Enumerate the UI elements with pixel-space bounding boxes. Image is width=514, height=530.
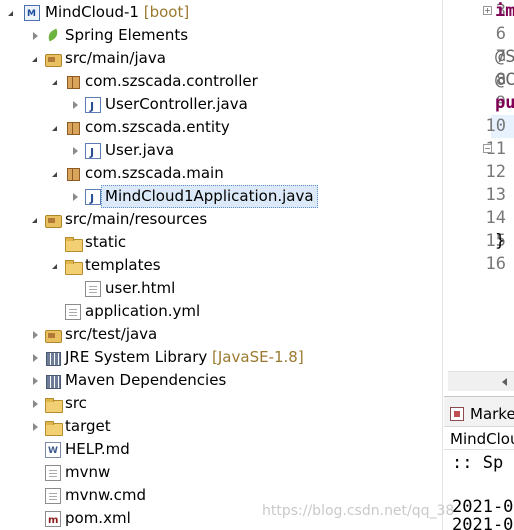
tree-item-label: application.yml	[85, 302, 201, 320]
tree-item-label: static	[85, 233, 127, 251]
tree-item-label: user.html	[105, 279, 176, 297]
horizontal-scrollbar[interactable]	[448, 371, 514, 391]
tree-item-label: JRE System Library [JavaSE-1.8]	[65, 348, 304, 366]
xml-file-icon	[45, 509, 61, 530]
file-icon	[85, 281, 101, 297]
expand-arrow-icon[interactable]	[68, 139, 82, 162]
line-number: 13	[485, 185, 506, 205]
folder-icon	[65, 235, 83, 252]
code-line: im	[495, 1, 514, 21]
line-number: 10	[485, 116, 506, 136]
file-icon	[45, 465, 61, 481]
tree-item-label: HELP.md	[65, 440, 130, 458]
expand-arrow-icon[interactable]	[28, 24, 42, 47]
view-tab-bar: Marke	[444, 397, 514, 427]
tree-item-label: com.szscada.main	[85, 164, 224, 182]
console-line: :: Sp	[452, 453, 504, 473]
expand-arrow-icon[interactable]	[28, 346, 42, 369]
package-icon	[65, 74, 81, 90]
expand-arrow-icon[interactable]	[28, 415, 42, 438]
file-icon	[45, 488, 61, 504]
tree-item-decoration: [boot]	[143, 3, 190, 21]
line-number: 16	[485, 254, 506, 274]
tree-item-label: mvnw	[65, 463, 111, 481]
folder-icon	[45, 419, 63, 436]
console-title: MindClou	[450, 430, 514, 448]
tab-markers[interactable]: Marke	[450, 403, 514, 425]
code-line: pu	[495, 93, 514, 113]
tab-label: Marke	[470, 405, 514, 423]
tree-item-label: mvnw.cmd	[65, 486, 147, 504]
tree-item-label: UserController.java	[105, 95, 248, 113]
tree-item-label: Spring Elements	[65, 26, 189, 44]
tree-item-label: User.java	[105, 141, 175, 159]
console-line: 2021-0	[452, 515, 514, 530]
line-number: 6	[495, 24, 506, 44]
maven-project-icon	[24, 3, 40, 26]
tree-item-label: com.szscada.entity	[85, 118, 230, 136]
collapse-arrow-icon[interactable]	[48, 162, 62, 185]
expand-arrow-icon[interactable]	[28, 392, 42, 415]
collapse-arrow-icon[interactable]	[4, 1, 18, 24]
tree-item-label: src/main/resources	[65, 210, 208, 228]
source-folder-icon	[45, 327, 62, 343]
console-panel: Marke MindClou :: Sp 2021-0 2021-0	[444, 396, 514, 530]
expand-arrow-icon[interactable]	[28, 369, 42, 392]
collapse-arrow-icon[interactable]	[28, 47, 42, 70]
tree-item-label: src/test/java	[65, 325, 158, 343]
java-file-icon	[85, 141, 101, 164]
library-icon	[45, 373, 61, 389]
library-icon	[45, 350, 61, 366]
source-folder-icon	[45, 212, 62, 228]
collapse-arrow-icon[interactable]	[48, 70, 62, 93]
file-icon	[65, 304, 81, 320]
tree-item-label: target	[65, 417, 111, 435]
tree-item-label: templates	[85, 256, 161, 274]
tree-item-decoration: [JavaSE-1.8]	[212, 348, 304, 366]
markers-icon	[450, 407, 464, 421]
code-line: @S	[495, 47, 514, 67]
folder-icon	[45, 396, 63, 413]
collapse-arrow-icon[interactable]	[48, 116, 62, 139]
expand-arrow-icon[interactable]	[68, 185, 82, 208]
scroll-left-arrow-icon[interactable]	[498, 375, 512, 389]
package-icon	[65, 166, 81, 182]
line-number: 14	[485, 208, 506, 228]
collapse-arrow-icon[interactable]	[48, 254, 62, 277]
tree-item-label: MindCloud1Application.java	[101, 185, 318, 208]
code-line: @C	[495, 70, 514, 90]
tree-item-label: com.szscada.controller	[85, 72, 258, 90]
java-file-icon	[85, 187, 101, 210]
line-number: 12	[485, 162, 506, 182]
tree-item-label: pom.xml	[65, 509, 131, 527]
code-editor[interactable]: 3 + im 6 7 @S 8 @C 9 pu 10 11 − 12 13 14…	[444, 0, 514, 395]
java-file-icon	[85, 95, 101, 118]
fold-expand-icon[interactable]: +	[483, 6, 492, 15]
tree-item-label: Maven Dependencies	[65, 371, 227, 389]
package-icon	[65, 120, 81, 136]
tree-item-label: MindCloud-1 [boot]	[45, 3, 190, 21]
spring-leaf-icon	[45, 28, 61, 44]
watermark: https://blog.csdn.net/qq_38	[262, 503, 455, 519]
source-folder-icon	[45, 51, 62, 67]
tree-item-label: src/main/java	[65, 49, 166, 67]
project-explorer: MindCloud-1 [boot] Spring Elements src/m…	[0, 0, 443, 530]
fold-collapse-icon[interactable]: −	[483, 144, 492, 153]
doc-file-icon	[45, 440, 61, 463]
expand-arrow-icon[interactable]	[68, 93, 82, 116]
expand-arrow-icon[interactable]	[28, 323, 42, 346]
tree-item-label: src	[65, 394, 87, 412]
code-line: }	[495, 231, 506, 251]
collapse-arrow-icon[interactable]	[28, 208, 42, 231]
folder-open-icon	[65, 258, 83, 275]
